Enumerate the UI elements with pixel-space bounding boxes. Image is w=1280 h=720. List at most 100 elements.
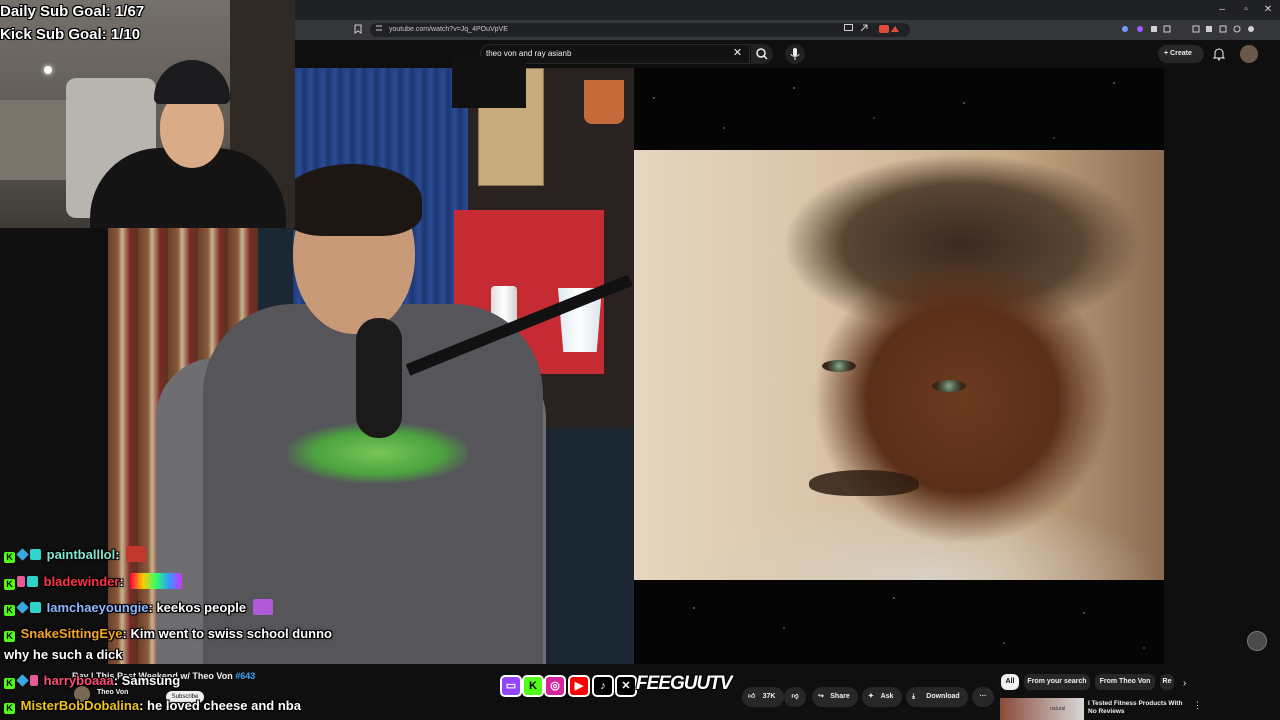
instagram-icon: ◎	[544, 675, 566, 697]
floating-channel-icon[interactable]	[1247, 631, 1267, 651]
voice-search-button[interactable]	[785, 44, 805, 64]
youtube-icon: ▶	[568, 675, 590, 697]
close-window-button[interactable]: ✕	[1258, 2, 1278, 18]
chat-username: bladewinder	[43, 574, 120, 589]
recommendation-menu-icon[interactable]: ⋮	[1193, 700, 1202, 710]
chat-username: Iamchaeyoungie	[46, 600, 149, 615]
lamp-light	[44, 66, 52, 74]
emote-icon	[126, 546, 147, 562]
kick-badge-icon: K	[4, 631, 15, 642]
chat-message: K MisterBobDobalina: he loved cheese and…	[4, 698, 301, 714]
chat-message: K paintballlol:	[4, 546, 147, 563]
streamer-brand-logo: FEEGUUTV	[636, 673, 732, 694]
right-eye	[932, 380, 966, 392]
gem-badge-icon	[16, 601, 29, 614]
chat-message: K bladewinder:	[4, 573, 183, 590]
microphone-icon	[790, 48, 800, 60]
chat-text: Samsung	[121, 673, 181, 688]
left-eye	[822, 360, 856, 372]
gift-badge-icon	[27, 576, 38, 587]
kick-badge-icon: K	[4, 579, 15, 590]
guest-hair	[282, 164, 422, 236]
man-portrait-image	[634, 150, 1164, 580]
download-label: Download	[926, 693, 960, 700]
like-button[interactable]: 👍︎ 37K	[742, 687, 784, 707]
thumb-text: natural	[1050, 706, 1066, 712]
x-twitter-icon: ✕	[615, 675, 637, 697]
gem-badge-icon	[16, 548, 29, 561]
chat-username: harryboaaa	[43, 673, 114, 688]
twitch-icon: ▭	[500, 675, 522, 697]
sparkle-icon: ✦	[868, 693, 874, 700]
chat-text: why he such a dick	[4, 647, 123, 662]
chevron-right-icon[interactable]: ›	[1183, 678, 1186, 690]
chat-message: K Iamchaeyoungie: keekos people	[4, 599, 273, 616]
mustache	[809, 470, 919, 496]
kick-sub-goal: Kick Sub Goal: 1/10	[0, 26, 141, 43]
create-label: Create	[1170, 50, 1192, 57]
sofa	[0, 100, 70, 180]
sub-badge-icon	[17, 576, 25, 587]
share-arrow-icon: ↪	[818, 693, 824, 700]
channel-name[interactable]: Theo Von	[97, 688, 128, 698]
podcast-microphone	[356, 318, 402, 438]
gem-badge-icon	[16, 674, 29, 687]
chat-message: K harryboaaa: Samsung	[4, 673, 180, 689]
right-sidebar	[1164, 68, 1280, 664]
thumbs-down-icon: 👎︎	[791, 693, 799, 700]
plant-pot	[584, 80, 624, 124]
url-text[interactable]: youtube.com/watch?v=Jq_4POuVpVE	[389, 24, 508, 36]
search-icon	[756, 48, 768, 60]
extension-shields-icon[interactable]	[878, 24, 906, 36]
chip-related[interactable]: Re	[1160, 674, 1174, 690]
site-info-icon[interactable]	[373, 24, 385, 36]
download-button[interactable]: ⤓ Download	[906, 687, 968, 707]
browser-tab-strip	[295, 0, 1280, 20]
kick-icon: K	[522, 675, 544, 697]
chip-from-theo-von[interactable]: From Theo Von	[1095, 674, 1155, 690]
daily-sub-goal: Daily Sub Goal: 1/67	[0, 3, 145, 20]
like-count: 37K	[762, 693, 776, 700]
chat-text: Kim went to swiss school dunno	[130, 626, 332, 641]
maximize-button[interactable]: ▫	[1236, 2, 1256, 18]
morgan-sign	[452, 56, 526, 108]
create-button[interactable]: + Create	[1158, 45, 1204, 63]
chat-username: MisterBobDobalina	[20, 698, 140, 713]
chip-from-your-search[interactable]: From your search	[1024, 674, 1090, 690]
chat-message-continued: why he such a dick	[4, 647, 123, 663]
chat-message: K SnakeSittingEye: Kim went to swiss sch…	[4, 626, 332, 642]
recommendation-thumbnail[interactable]: natural	[1000, 698, 1084, 720]
video-player[interactable]	[634, 68, 1164, 664]
chip-all[interactable]: All	[1001, 674, 1019, 690]
share-label: Share	[830, 693, 850, 700]
rainbow-emote-icon	[130, 573, 183, 589]
sub-badge-icon	[30, 675, 38, 686]
kick-badge-icon: K	[4, 605, 15, 616]
share-button[interactable]: ↪ Share	[812, 687, 858, 707]
gift-badge-icon	[30, 549, 41, 560]
search-button[interactable]	[751, 44, 773, 64]
tiktok-icon: ♪	[592, 675, 614, 697]
ask-label: Ask	[880, 693, 894, 700]
ask-button[interactable]: ✦ Ask	[862, 687, 902, 707]
recommendation-title[interactable]: I Tested Fitness Products With No Review…	[1088, 700, 1188, 716]
notifications-bell-icon[interactable]	[1212, 47, 1226, 61]
cast-icon[interactable]	[842, 24, 854, 36]
account-avatar[interactable]	[1240, 45, 1258, 63]
kick-badge-icon: K	[4, 552, 15, 563]
extension-icons[interactable]	[1120, 24, 1260, 36]
minimize-button[interactable]: –	[1212, 2, 1232, 18]
episode-hashtag[interactable]: #643	[235, 671, 255, 681]
clear-search-icon[interactable]: ✕	[731, 47, 744, 60]
chat-username: SnakeSittingEye	[20, 626, 123, 641]
bookmark-icon[interactable]	[352, 24, 364, 36]
download-icon: ⤓	[912, 693, 916, 700]
screen: – ▫ ✕ youtube.com/watch?v=Jq_4POuVpVE th…	[0, 0, 1280, 720]
kick-badge-icon: K	[4, 678, 15, 689]
more-actions-button[interactable]: ···	[972, 687, 994, 707]
emote-icon	[252, 599, 273, 615]
dislike-button[interactable]: 👎︎	[784, 687, 806, 707]
chat-text: he loved cheese and nba	[147, 698, 301, 713]
share-page-icon[interactable]	[858, 24, 870, 36]
chat-text: keekos people	[156, 600, 247, 615]
